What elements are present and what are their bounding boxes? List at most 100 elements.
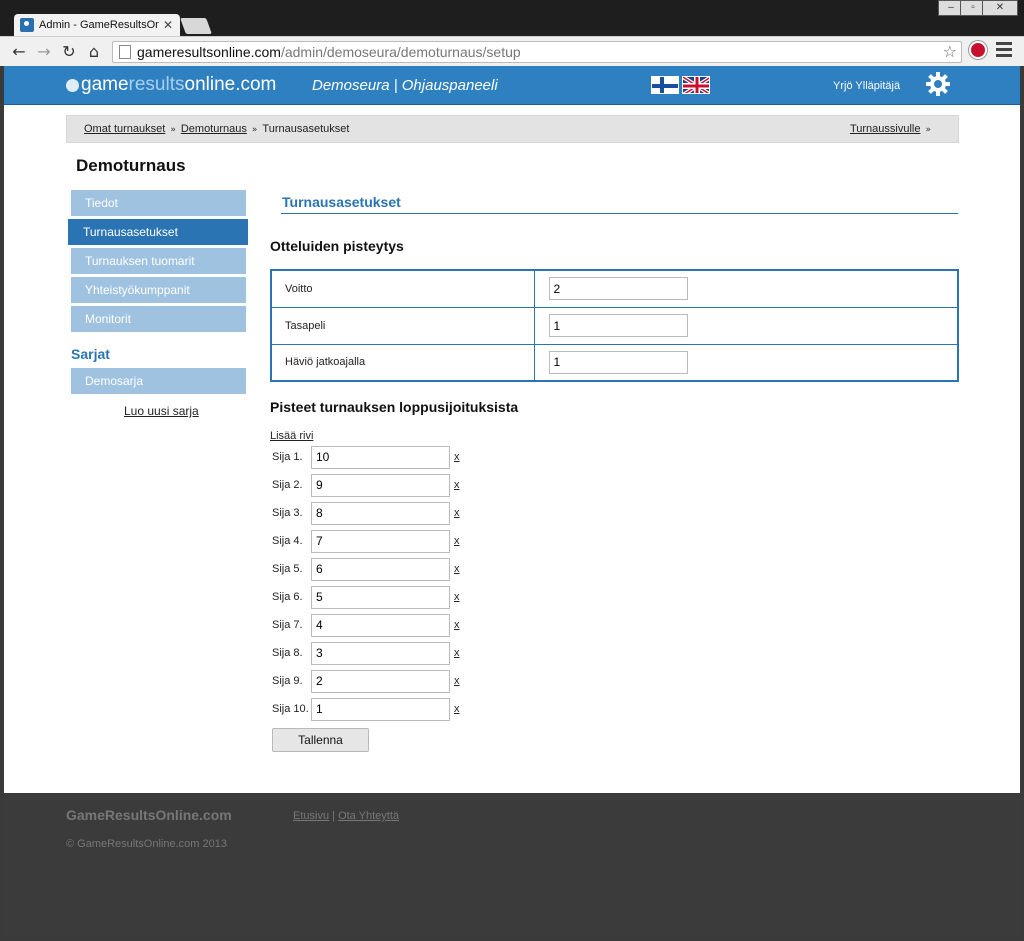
logo-text-part2: results (128, 74, 185, 95)
logo-mark-icon (66, 78, 79, 92)
footer-link-separator: | (332, 810, 335, 822)
remove-row-link[interactable]: x (454, 647, 460, 659)
placement-points-input[interactable] (311, 585, 450, 609)
placement-label: Sija 9. (272, 675, 303, 687)
remove-row-link[interactable]: x (454, 535, 460, 547)
sidebar-item-monitorit[interactable]: Monitorit (71, 306, 246, 332)
match-scoring-table: Voitto Tasapeli Häviö jatkoajalla (270, 269, 959, 382)
placement-points-input[interactable] (311, 641, 450, 665)
breadcrumb-link-tournament[interactable]: Demoturnaus (181, 123, 247, 135)
win-points-input[interactable] (548, 277, 688, 301)
sidebar-series-heading: Sarjat (71, 346, 110, 362)
list-item: Sija 9. x (272, 669, 460, 693)
tab-title: Admin - GameResultsOnli (39, 19, 159, 31)
placement-points-input[interactable] (311, 473, 450, 497)
placement-points-input[interactable] (311, 613, 450, 637)
placement-points-input[interactable] (311, 501, 450, 525)
placement-label: Sija 7. (272, 619, 303, 631)
placement-label: Sija 10. (272, 703, 309, 715)
list-item: Sija 2. x (272, 473, 460, 497)
tournament-page-link[interactable]: Turnaussivulle (850, 123, 921, 135)
placement-label: Sija 5. (272, 563, 303, 575)
browser-chrome: Admin - GameResultsOnli ✕ – ▫ ✕ ← → ↻ ⌂ … (0, 0, 1024, 66)
match-scoring-heading: Otteluiden pisteytys (270, 238, 404, 254)
list-item: Sija 1. x (272, 445, 460, 469)
create-series-link[interactable]: Luo uusi sarja (124, 404, 199, 418)
close-window-icon[interactable]: ✕ (982, 0, 1018, 16)
list-item: Sija 10. x (272, 697, 460, 721)
back-arrow-icon[interactable]: ← (9, 42, 29, 62)
remove-row-link[interactable]: x (454, 507, 460, 519)
placement-label: Sija 1. (272, 451, 303, 463)
extension-icon[interactable] (969, 41, 987, 59)
overtime-loss-points-input[interactable] (548, 350, 688, 374)
placement-points-input[interactable] (311, 445, 450, 469)
table-row: Voitto (270, 269, 959, 308)
remove-row-link[interactable]: x (454, 703, 460, 715)
page-icon (119, 45, 131, 59)
sidebar-item-tuomarit[interactable]: Turnauksen tuomarit (71, 248, 246, 274)
address-bar[interactable]: gameresultsonline.com/admin/demoseura/de… (112, 41, 962, 63)
breadcrumb-current: Turnausasetukset (262, 123, 350, 135)
list-item: Sija 4. x (272, 529, 460, 553)
logo-text-part3: online.com (184, 74, 277, 95)
tab-close-icon[interactable]: ✕ (163, 18, 173, 32)
breadcrumb: Omat turnaukset » Demoturnaus » Turnausasetu… (66, 115, 959, 143)
sidebar-item-demosarja[interactable]: Demosarja (71, 368, 246, 394)
remove-row-link[interactable]: x (454, 591, 460, 603)
finnish-flag-icon[interactable] (651, 76, 679, 94)
gear-icon[interactable] (925, 71, 951, 97)
url-host: gameresultsonline.com (137, 44, 281, 60)
breadcrumb-link-own-tournaments[interactable]: Omat turnaukset (84, 123, 165, 135)
user-name[interactable]: Yrjö Ylläpitäjä (833, 80, 900, 92)
sidebar-item-turnausasetukset[interactable]: Turnausasetukset (68, 219, 248, 245)
table-row: Tasapeli (270, 306, 959, 345)
footer-link-home[interactable]: Etusivu (293, 810, 329, 822)
draw-label: Tasapeli (270, 306, 535, 345)
footer-link-contact[interactable]: Ota Yhteyttä (338, 810, 399, 822)
page-title: Demoturnaus (76, 156, 186, 175)
bookmark-star-icon[interactable]: ☆ (943, 42, 957, 61)
new-tab-button[interactable] (180, 18, 212, 34)
site-favicon-icon (20, 18, 34, 32)
sidebar-item-yhteistyokumppanit[interactable]: Yhteistyökumppanit (71, 277, 246, 303)
breadcrumb-arrow-icon: » (925, 125, 931, 135)
remove-row-link[interactable]: x (454, 451, 460, 463)
draw-points-input[interactable] (548, 314, 688, 337)
table-row: Häviö jatkoajalla (270, 343, 959, 382)
add-row-link[interactable]: Lisää rivi (270, 430, 313, 442)
placement-points-heading: Pisteet turnauksen loppusijoituksista (270, 399, 519, 415)
section-divider (281, 213, 958, 214)
remove-row-link[interactable]: x (454, 619, 460, 631)
placement-label: Sija 2. (272, 479, 303, 491)
site-logo[interactable]: game results online.com (66, 74, 276, 96)
save-button[interactable]: Tallenna (272, 728, 369, 752)
remove-row-link[interactable]: x (454, 563, 460, 575)
placement-points-input[interactable] (311, 529, 450, 553)
overtime-loss-label: Häviö jatkoajalla (270, 343, 535, 382)
remove-row-link[interactable]: x (454, 479, 460, 491)
sidebar-item-tiedot[interactable]: Tiedot (71, 190, 246, 216)
footer-brand: GameResultsOnline.com (66, 807, 232, 823)
list-item: Sija 7. x (272, 613, 460, 637)
browser-toolbar: ← → ↻ ⌂ gameresultsonline.com/admin/demo… (0, 36, 1024, 66)
list-item: Sija 3. x (272, 501, 460, 525)
placement-label: Sija 8. (272, 647, 303, 659)
url-path: /admin/demoseura/demoturnaus/setup (280, 44, 521, 60)
list-item: Sija 6. x (272, 585, 460, 609)
site-header: game results online.com Demoseura | Ohjaus… (4, 66, 1020, 105)
forward-arrow-icon[interactable]: → (34, 42, 54, 62)
footer-copyright: © GameResultsOnline.com 2013 (66, 838, 227, 850)
remove-row-link[interactable]: x (454, 675, 460, 687)
reload-icon[interactable]: ↻ (59, 42, 79, 62)
placement-label: Sija 6. (272, 591, 303, 603)
browser-menu-icon[interactable] (996, 42, 1012, 58)
browser-tab[interactable]: Admin - GameResultsOnli ✕ (14, 14, 180, 36)
page: game results online.com Demoseura | Ohjaus… (4, 66, 1020, 936)
placement-points-input[interactable] (311, 669, 450, 693)
placement-points-input[interactable] (311, 557, 450, 581)
placement-points-input[interactable] (311, 697, 450, 721)
home-icon[interactable]: ⌂ (84, 42, 104, 62)
uk-flag-icon[interactable] (682, 76, 710, 94)
footer-links: Etusivu | Ota Yhteyttä (293, 810, 399, 822)
